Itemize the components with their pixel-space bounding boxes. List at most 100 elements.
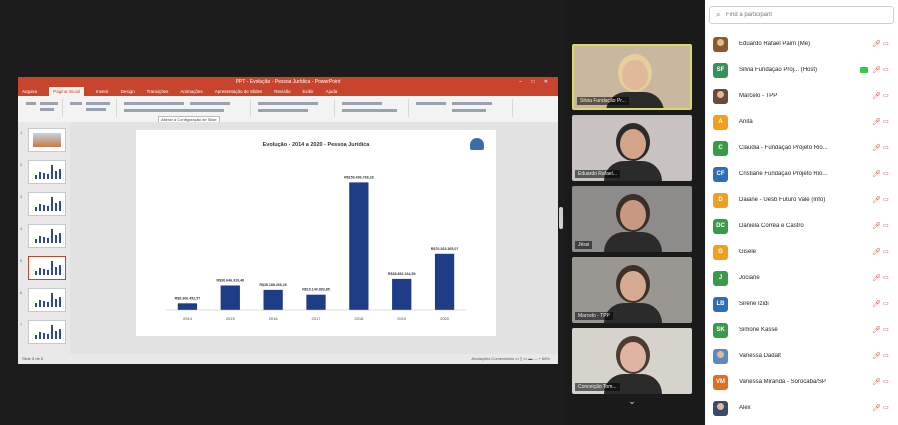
participant-row[interactable]: DC Daniela Corrêa e Castro 🎤︎ ▭	[705, 214, 898, 240]
mic-muted-icon[interactable]: 🎤︎	[872, 118, 881, 127]
ppt-tab[interactable]: Transições	[147, 87, 169, 96]
ppt-tab[interactable]: Design	[121, 87, 135, 96]
video-tile[interactable]: Conceição Tom...	[572, 328, 692, 394]
video-tile[interactable]: Silvia Fundação Pr...	[572, 44, 692, 110]
avatar: J	[713, 271, 728, 286]
ppt-tab[interactable]: Exibir	[302, 87, 313, 96]
mic-muted-icon[interactable]: 🎤︎	[872, 274, 881, 283]
ppt-tab[interactable]: Apresentação de Slides	[215, 87, 263, 96]
participant-row[interactable]: Eduardo Rafael Paim (Me) 🎤︎ ▭	[705, 32, 898, 58]
mic-muted-icon[interactable]: 🎤︎	[872, 196, 881, 205]
mic-muted-icon[interactable]: 🎤︎	[872, 300, 881, 309]
participant-row[interactable]: VM Vanessa Miranda - Sorocaba/SP 🎤︎ ▭	[705, 370, 898, 396]
participant-name: Daniela Corrêa e Castro	[739, 223, 804, 229]
slide-thumbnail[interactable]	[28, 192, 66, 216]
participant-shoulders	[604, 232, 662, 252]
ppt-tab[interactable]: Animações	[180, 87, 202, 96]
video-tile-name: Marcelo - TPP	[575, 312, 613, 320]
video-off-icon[interactable]: ▭	[883, 378, 889, 387]
participant-search[interactable]: ⌕	[709, 6, 894, 24]
slide-thumbnail[interactable]	[28, 256, 66, 280]
ribbon-group-drawing[interactable]	[338, 99, 409, 117]
chart-bar	[263, 289, 283, 310]
video-off-icon[interactable]: ▭	[883, 352, 889, 361]
participant-row[interactable]: LB Sirene Izidi 🎤︎ ▭	[705, 292, 898, 318]
participant-row[interactable]: CF Cristiane Fundação Projeto Rio... 🎤︎ ▭	[705, 162, 898, 188]
participant-row[interactable]: C Claudia - Fundação Projeto Rio... 🎤︎ ▭	[705, 136, 898, 162]
video-tile[interactable]: Marcelo - TPP	[572, 257, 692, 323]
slide-thumbnail[interactable]	[28, 128, 66, 152]
mic-muted-icon[interactable]: 🎤︎	[872, 144, 881, 153]
thumbnail-number: 7	[20, 322, 23, 327]
participant-name: Gisele	[739, 249, 757, 255]
video-off-icon[interactable]: ▭	[883, 144, 889, 153]
video-tile[interactable]: Eduardo Rafael...	[572, 115, 692, 181]
participant-row[interactable]: Marcelo - TPP 🎤︎ ▭	[705, 84, 898, 110]
chevron-down-icon[interactable]: ⌄	[624, 396, 640, 406]
chart-bar	[434, 253, 455, 310]
slide-thumbnail[interactable]	[28, 224, 66, 248]
avatar-initials: G	[718, 249, 723, 255]
mic-muted-icon[interactable]: 🎤︎	[872, 352, 881, 361]
mic-muted-icon[interactable]: 🎤︎	[872, 404, 881, 413]
video-off-icon[interactable]: ▭	[883, 92, 889, 101]
slide-thumbnail[interactable]	[28, 320, 66, 344]
video-off-icon[interactable]: ▭	[883, 222, 889, 231]
participant-row[interactable]: D Daiane - Uesb Futuro Vale (Info) 🎤︎ ▭	[705, 188, 898, 214]
chart-data-label: R$38.892.164,59	[388, 272, 416, 276]
video-off-icon[interactable]: ▭	[883, 300, 889, 309]
ribbon-group-clipboard[interactable]	[22, 99, 63, 117]
ppt-tab[interactable]: Página Inicial	[49, 87, 85, 96]
chart-x-tick-label: 2014	[183, 316, 193, 321]
video-off-icon[interactable]: ▭	[883, 274, 889, 283]
mic-muted-icon[interactable]: 🎤︎	[872, 326, 881, 335]
ppt-tab[interactable]: Arquivo	[22, 87, 37, 96]
chart-bar	[220, 285, 240, 310]
video-tile-name: Jéssi	[575, 241, 593, 249]
video-off-icon[interactable]: ▭	[883, 66, 889, 75]
mic-muted-icon[interactable]: 🎤︎	[872, 40, 881, 49]
avatar-photo	[717, 351, 724, 358]
mic-muted-icon[interactable]: 🎤︎	[872, 378, 881, 387]
participant-row[interactable]: Alex 🎤︎ ▭	[705, 396, 898, 422]
mic-muted-icon[interactable]: 🎤︎	[872, 66, 881, 75]
video-off-icon[interactable]: ▭	[883, 40, 889, 49]
avatar-initials: LB	[716, 301, 725, 307]
video-off-icon[interactable]: ▭	[883, 118, 889, 127]
video-off-icon[interactable]: ▭	[883, 248, 889, 257]
ribbon-group-font[interactable]	[120, 99, 251, 117]
ppt-window-controls[interactable]: – □ ✕	[519, 77, 552, 87]
ppt-tab[interactable]: Inserir	[96, 87, 109, 96]
video-off-icon[interactable]: ▭	[883, 170, 889, 179]
status-view-controls[interactable]: Anotações Comentários ▭ ▯ ▭ ▬ — + 66%	[471, 354, 550, 364]
participant-row[interactable]: SF Silvia Fundação Proj... (Host) 🎤︎ ▭	[705, 58, 898, 84]
mic-muted-icon[interactable]: 🎤︎	[872, 222, 881, 231]
slide-thumbnail[interactable]	[28, 160, 66, 184]
avatar-initials: SF	[716, 67, 725, 73]
chart-x-tick-label: 2016	[269, 316, 279, 321]
slide-thumbnail[interactable]	[28, 288, 66, 312]
participant-row[interactable]: Vanessa Dadalt 🎤︎ ▭	[705, 344, 898, 370]
video-off-icon[interactable]: ▭	[883, 196, 889, 205]
ribbon-group-editing[interactable]	[412, 99, 513, 117]
participant-row[interactable]: SK Simone Kassé 🎤︎ ▭	[705, 318, 898, 344]
mic-muted-icon[interactable]: 🎤︎	[872, 92, 881, 101]
ppt-tab[interactable]: Ajuda	[326, 87, 338, 96]
participant-row[interactable]: G Gisele 🎤︎ ▭	[705, 240, 898, 266]
participants-panel: ⌕ Eduardo Rafael Paim (Me)🎤︎▭SFSilvia Fu…	[705, 0, 898, 425]
video-tile[interactable]: Jéssi	[572, 186, 692, 252]
share-panel-resize-handle[interactable]	[559, 207, 563, 229]
ribbon-group-paragraph[interactable]	[254, 99, 335, 117]
mic-muted-icon[interactable]: 🎤︎	[872, 170, 881, 179]
search-input[interactable]	[726, 9, 886, 21]
ppt-tab[interactable]: Revisão	[274, 87, 290, 96]
participant-row[interactable]: J Jociane 🎤︎ ▭	[705, 266, 898, 292]
mic-muted-icon[interactable]: 🎤︎	[872, 248, 881, 257]
video-tile-name: Conceição Tom...	[575, 383, 620, 391]
ribbon-group-slides[interactable]	[66, 99, 117, 117]
ppt-status-bar: Slide 5 de 6 Anotações Comentários ▭ ▯ ▭…	[18, 354, 558, 364]
participant-row[interactable]: A Anita 🎤︎ ▭	[705, 110, 898, 136]
video-off-icon[interactable]: ▭	[883, 326, 889, 335]
video-off-icon[interactable]: ▭	[883, 404, 889, 413]
avatar: LB	[713, 297, 728, 312]
